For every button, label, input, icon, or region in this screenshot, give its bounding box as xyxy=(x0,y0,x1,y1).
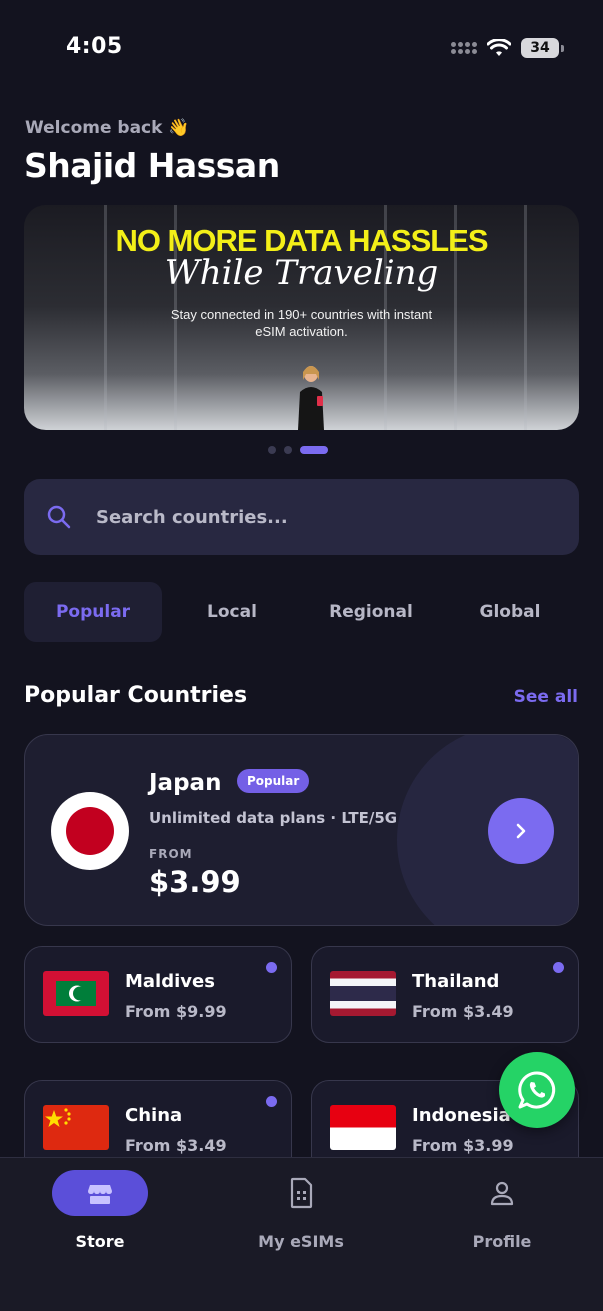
nav-active-pill xyxy=(52,1170,148,1216)
indicator-dot xyxy=(266,962,277,973)
banner-script-text: While Traveling xyxy=(164,253,439,293)
country-name: China xyxy=(125,1105,183,1126)
banner-subtext: Stay connected in 190+ countries with in… xyxy=(170,307,433,339)
search-input[interactable] xyxy=(96,506,536,528)
user-icon xyxy=(490,1181,514,1206)
tab-regional[interactable]: Regional xyxy=(302,582,440,642)
from-label: FROM xyxy=(149,847,193,861)
user-name: Shajid Hassan xyxy=(24,146,280,185)
promo-banner[interactable]: NO MORE DATA HASSLES While Traveling Sta… xyxy=(24,205,579,430)
nav-my-esims[interactable]: My eSIMs xyxy=(231,1170,371,1270)
country-card-thailand[interactable]: Thailand From $3.49 xyxy=(311,946,579,1043)
whatsapp-icon xyxy=(518,1071,556,1109)
wifi-icon xyxy=(487,39,511,56)
country-name: Thailand xyxy=(412,971,500,992)
carousel-dot[interactable] xyxy=(284,446,292,454)
indicator-dot xyxy=(266,1096,277,1107)
nav-pill xyxy=(454,1170,550,1216)
search-bar[interactable] xyxy=(24,479,579,555)
country-card-maldives[interactable]: Maldives From $9.99 xyxy=(24,946,292,1043)
tab-global[interactable]: Global xyxy=(441,582,579,642)
nav-label: My eSIMs xyxy=(258,1232,344,1251)
bottom-navigation: Store My eSIMs Profile xyxy=(0,1157,603,1311)
nav-profile[interactable]: Profile xyxy=(432,1170,572,1270)
carousel-dot-active[interactable] xyxy=(300,446,328,454)
status-bar: 4:05 34 xyxy=(0,0,603,90)
whatsapp-chat-button[interactable] xyxy=(499,1052,575,1128)
welcome-text: Welcome back 👋 xyxy=(25,118,190,138)
featured-country-name: Japan xyxy=(149,770,222,796)
nav-pill xyxy=(253,1170,349,1216)
featured-description: Unlimited data plans · LTE/5G xyxy=(149,809,398,827)
cellular-signal-icon xyxy=(451,42,477,54)
nav-label: Profile xyxy=(472,1232,532,1251)
country-name: Indonesia xyxy=(412,1105,511,1126)
carousel-dot[interactable] xyxy=(268,446,276,454)
indicator-dot xyxy=(553,962,564,973)
nav-label: Store xyxy=(75,1232,125,1251)
section-title: Popular Countries xyxy=(24,683,248,708)
store-icon xyxy=(88,1185,112,1204)
featured-country-card[interactable]: Japan Popular Unlimited data plans · LTE… xyxy=(24,734,579,926)
thailand-flag-icon xyxy=(330,971,396,1016)
country-price: From $3.99 xyxy=(412,1136,514,1155)
tab-local[interactable]: Local xyxy=(163,582,301,642)
chevron-right-icon xyxy=(516,823,526,839)
status-time: 4:05 xyxy=(66,34,123,59)
country-name: Maldives xyxy=(125,971,215,992)
country-price: From $3.49 xyxy=(125,1136,227,1155)
status-icons: 34 xyxy=(451,38,564,58)
sim-card-icon xyxy=(290,1177,313,1209)
indonesia-flag-icon xyxy=(330,1105,396,1150)
featured-price: $3.99 xyxy=(149,865,241,899)
nav-store[interactable]: Store xyxy=(30,1170,170,1270)
traveler-illustration xyxy=(298,366,324,430)
country-price: From $9.99 xyxy=(125,1002,227,1021)
tab-popular[interactable]: Popular xyxy=(24,582,162,642)
search-icon xyxy=(47,505,71,529)
open-country-button[interactable] xyxy=(488,798,554,864)
country-price: From $3.49 xyxy=(412,1002,514,1021)
china-flag-icon xyxy=(43,1105,109,1150)
see-all-link[interactable]: See all xyxy=(514,687,578,707)
japan-flag-icon xyxy=(51,792,129,870)
battery-icon: 34 xyxy=(521,38,564,58)
maldives-flag-icon xyxy=(43,971,109,1016)
carousel-indicator xyxy=(268,446,328,454)
popular-badge: Popular xyxy=(237,769,310,793)
category-tabs: Popular Local Regional Global xyxy=(24,582,579,642)
